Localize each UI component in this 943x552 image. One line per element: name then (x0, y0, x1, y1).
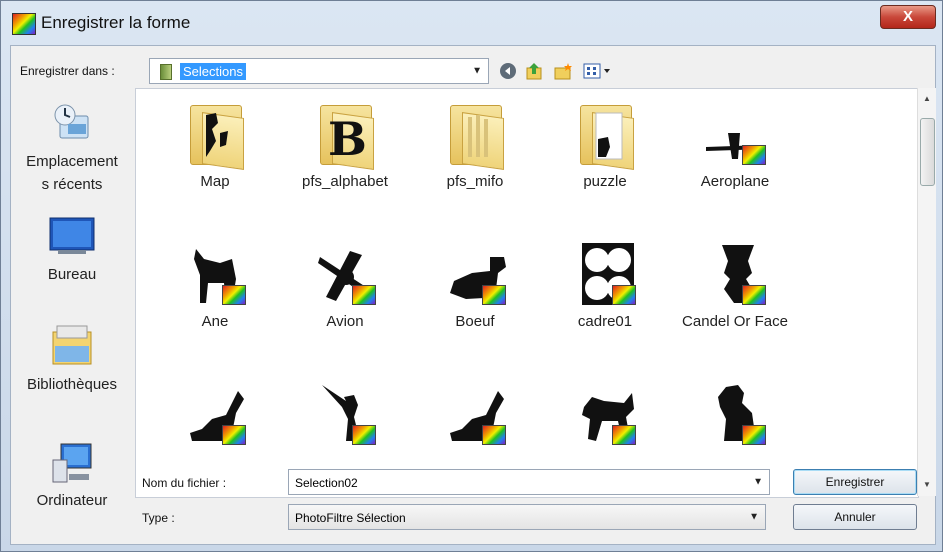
recent-places-icon (50, 102, 94, 146)
filename-combo[interactable]: Selection02 ▼ (288, 469, 770, 495)
shape-thumbnail (180, 379, 250, 449)
save-in-value: Selections (180, 63, 246, 80)
item-name: Avion (326, 313, 364, 330)
scroll-up-icon[interactable]: ▲ (923, 94, 931, 103)
list-item[interactable] (150, 379, 280, 453)
folder-icon: B (310, 99, 380, 170)
save-dialog-window: Enregistrer la forme X Enregistrer dans … (0, 0, 943, 552)
save-in-combo[interactable]: Selections ▼ (149, 58, 489, 84)
places-bar: Emplacement s récents Bureau Bibliothèqu… (11, 88, 133, 543)
shape-thumbnail (310, 379, 380, 449)
list-item[interactable]: Aeroplane (670, 99, 800, 190)
scroll-down-icon[interactable]: ▼ (923, 480, 931, 489)
chevron-down-icon: ▼ (472, 65, 482, 77)
list-item[interactable]: cadre01 (540, 239, 670, 330)
item-name: pfs_alphabet (302, 173, 388, 190)
list-item[interactable]: B pfs_alphabet (280, 99, 410, 190)
chevron-down-icon: ▼ (749, 511, 759, 523)
save-button[interactable]: Enregistrer (793, 469, 917, 495)
type-label: Type : (142, 511, 175, 525)
place-recent[interactable]: Emplacement s récents (11, 102, 133, 196)
back-icon[interactable] (499, 62, 517, 80)
close-button[interactable]: X (880, 5, 936, 29)
shape-thumbnail (700, 99, 770, 169)
shape-thumbnail (570, 239, 640, 309)
place-computer[interactable]: Ordinateur (11, 440, 133, 509)
list-item[interactable] (670, 379, 800, 453)
list-item[interactable]: Avion (280, 239, 410, 330)
place-label: Bibliothèques (26, 376, 118, 393)
svg-text:B: B (328, 113, 367, 163)
list-item[interactable]: puzzle (540, 99, 670, 190)
list-item[interactable]: Ane (150, 239, 280, 330)
vertical-scrollbar[interactable]: ▲ ▼ (917, 88, 936, 496)
shape-thumbnail (700, 379, 770, 449)
up-folder-icon[interactable] (525, 62, 545, 80)
item-name: Aeroplane (700, 173, 770, 190)
item-name: cadre01 (577, 313, 633, 330)
folder-icon (570, 99, 640, 170)
item-name: pfs_mifo (446, 173, 504, 190)
dialog-client: Enregistrer dans : Selections ▼ Emplacem… (10, 45, 936, 545)
window-title: Enregistrer la forme (41, 13, 191, 32)
shape-thumbnail (700, 239, 770, 309)
item-name: puzzle (583, 173, 627, 190)
list-item[interactable] (410, 379, 540, 453)
view-menu-icon[interactable] (583, 62, 613, 80)
title-bar[interactable]: Enregistrer la forme X (1, 1, 942, 45)
chevron-down-icon[interactable]: ▼ (753, 477, 763, 488)
filename-label: Nom du fichier : (142, 476, 227, 490)
list-item[interactable] (280, 379, 410, 453)
shape-thumbnail (310, 239, 380, 309)
item-name: Ane (201, 313, 229, 330)
place-label: Ordinateur (36, 492, 108, 509)
place-label: Bureau (47, 266, 97, 283)
desktop-icon (48, 216, 96, 256)
type-value: PhotoFiltre Sélection (295, 511, 406, 525)
place-desktop[interactable]: Bureau (11, 216, 133, 283)
list-item[interactable]: Candel Or Face (670, 239, 800, 330)
scrollbar-thumb[interactable] (920, 118, 935, 186)
item-name: Boeuf (455, 313, 495, 330)
item-name: Map (200, 173, 230, 190)
cancel-button[interactable]: Annuler (793, 504, 917, 530)
new-folder-icon[interactable] (553, 62, 573, 80)
place-label: Emplacement s récents (26, 153, 118, 193)
folder-icon (180, 99, 250, 170)
type-select[interactable]: PhotoFiltre Sélection ▼ (288, 504, 766, 530)
shape-thumbnail (570, 379, 640, 449)
filename-input[interactable]: Selection02 (295, 476, 358, 490)
shape-thumbnail (440, 239, 510, 309)
list-item[interactable] (540, 379, 670, 453)
shape-thumbnail (180, 239, 250, 309)
list-item[interactable]: Boeuf (410, 239, 540, 330)
library-folder-icon (160, 64, 172, 80)
save-in-label: Enregistrer dans : (20, 64, 115, 78)
item-name: Candel Or Face (682, 313, 788, 330)
libraries-icon (49, 324, 95, 368)
list-item[interactable]: pfs_mifo (410, 99, 540, 190)
place-libraries[interactable]: Bibliothèques (11, 324, 133, 393)
folder-icon (440, 99, 510, 170)
shape-thumbnail (440, 379, 510, 449)
computer-icon (49, 440, 95, 484)
list-item[interactable]: Map (150, 99, 280, 190)
photofiltre-app-icon (12, 13, 36, 35)
file-list-view[interactable]: Map B pfs_alphabet pfs_mifo puzzle Aerop… (135, 88, 919, 498)
